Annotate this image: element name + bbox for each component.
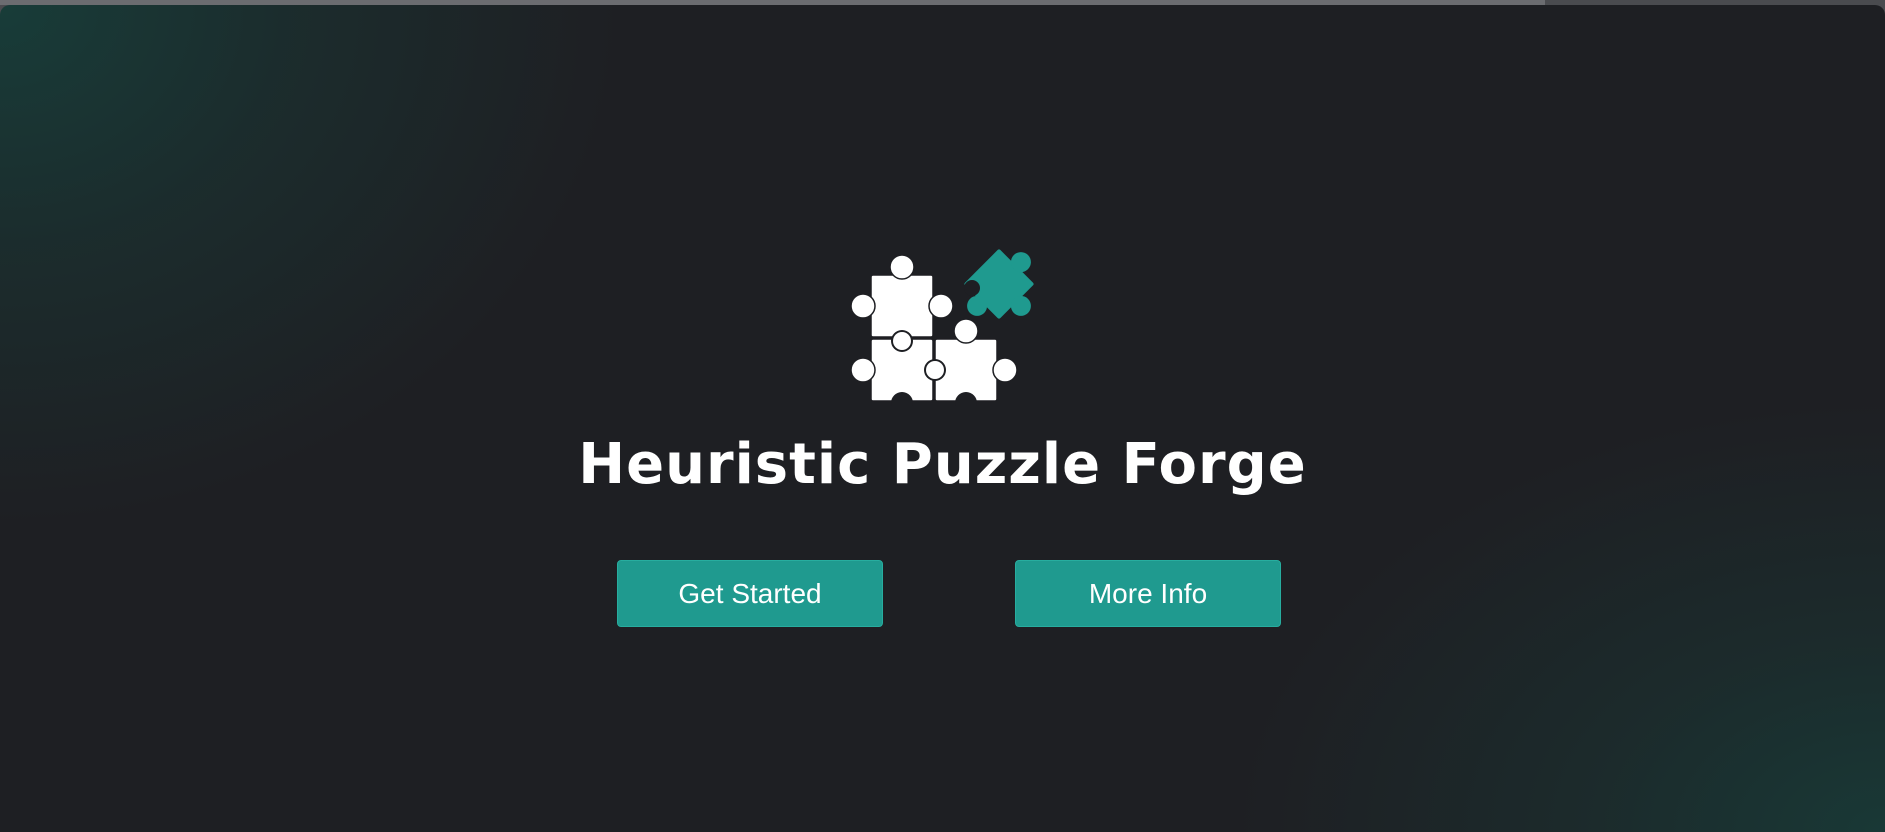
app-window: Heuristic Puzzle Forge Get Started More … [0, 5, 1885, 832]
more-info-button[interactable]: More Info [1015, 560, 1281, 627]
puzzle-piece-bottom-left [850, 338, 934, 402]
puzzle-pieces-icon [850, 249, 1034, 408]
app-title: Heuristic Puzzle Forge [578, 432, 1307, 497]
get-started-button[interactable]: Get Started [617, 560, 883, 627]
puzzle-piece-bottom-right [934, 318, 1018, 402]
puzzle-piece-top-left [850, 254, 954, 338]
